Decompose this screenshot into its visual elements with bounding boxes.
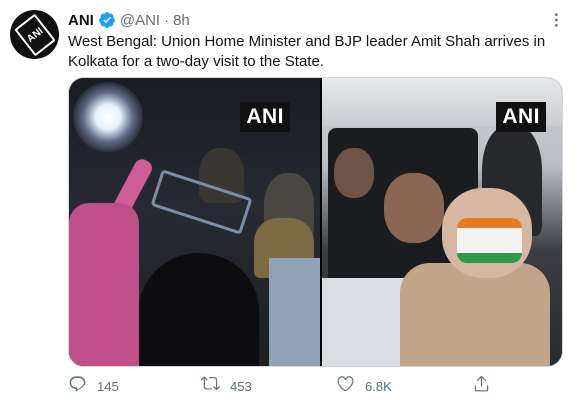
reply-button[interactable]: 145 <box>68 373 119 399</box>
man-vest <box>399 263 550 366</box>
reply-count: 145 <box>97 378 119 394</box>
author-name[interactable]: ANI <box>68 12 94 29</box>
passenger-face <box>333 148 374 198</box>
passenger-face <box>383 173 444 243</box>
tweet-text: West Bengal: Union Home Minister and BJP… <box>68 33 546 70</box>
share-icon <box>472 374 491 398</box>
reply-icon <box>68 374 87 398</box>
pink-figure <box>69 203 139 366</box>
tweet-header: ANI @ANI · 8h <box>68 9 190 31</box>
media-grid: ANI ANI <box>68 77 563 367</box>
separator-dot: · <box>164 11 170 29</box>
retweet-button[interactable]: 453 <box>200 373 252 399</box>
camera-flash <box>73 82 143 152</box>
ani-logo: ANI <box>13 13 56 56</box>
tweet-timestamp[interactable]: 8h <box>173 12 190 29</box>
mask-green-band <box>456 253 522 263</box>
tweet-actions: 145 453 6.8K <box>68 373 563 399</box>
photo-crowd[interactable]: ANI <box>69 78 320 366</box>
ani-watermark: ANI <box>240 102 290 132</box>
avatar-logo-text: ANI <box>24 24 45 45</box>
more-options-icon[interactable] <box>543 10 563 30</box>
retweet-icon <box>200 374 220 398</box>
avatar[interactable]: ANI <box>10 10 59 59</box>
like-button[interactable]: 6.8K <box>336 373 392 399</box>
mask-saffron-band <box>456 218 522 228</box>
author-handle[interactable]: @ANI <box>120 12 160 29</box>
retweet-count: 453 <box>230 378 252 394</box>
like-count: 6.8K <box>365 378 392 394</box>
ani-watermark: ANI <box>496 102 546 132</box>
photo-car[interactable]: ANI <box>321 78 562 366</box>
share-button[interactable] <box>472 373 491 399</box>
crowd-person <box>269 258 320 366</box>
like-icon <box>336 374 355 398</box>
foreground-head <box>139 253 259 366</box>
tweet-card[interactable]: ANI ANI @ANI · 8h West Bengal: Union Hom… <box>0 0 579 403</box>
verified-badge-icon <box>98 11 116 29</box>
